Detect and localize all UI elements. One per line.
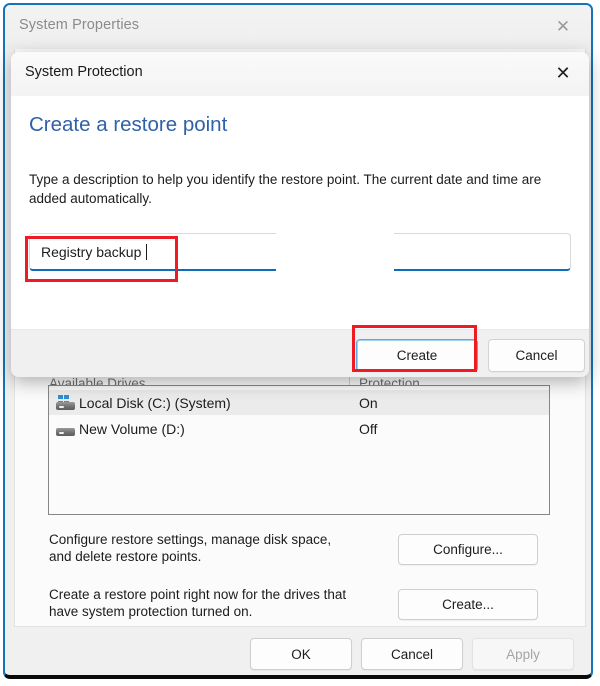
configure-description: Configure restore settings, manage disk … xyxy=(49,532,332,564)
drive-icon xyxy=(56,421,75,436)
cancel-button[interactable]: Cancel xyxy=(361,638,463,670)
dialog-body: Create a restore point Type a descriptio… xyxy=(11,96,589,329)
close-icon[interactable]: ✕ xyxy=(543,58,583,88)
dialog-title: System Protection xyxy=(25,64,143,80)
drive-protection-status: Off xyxy=(359,420,378,437)
dialog-titlebar: System Protection ✕ xyxy=(11,52,589,96)
cancel-dialog-button[interactable]: Cancel xyxy=(488,339,585,372)
available-drives-list[interactable]: Local Disk (C:) (System) On New Volume (… xyxy=(48,385,550,515)
apply-button: Apply xyxy=(472,638,574,670)
table-row[interactable]: New Volume (D:) Off xyxy=(49,416,549,441)
table-row[interactable]: Local Disk (C:) (System) On xyxy=(49,390,549,415)
drive-name: Local Disk (C:) (System) xyxy=(79,394,231,411)
drive-name: New Volume (D:) xyxy=(79,420,185,437)
create-description: Create a restore point right now for the… xyxy=(49,587,347,619)
system-properties-title: System Properties xyxy=(19,17,140,33)
overlay-patch xyxy=(316,272,396,312)
restore-point-description-value: Registry backup xyxy=(41,243,146,260)
close-icon[interactable]: ✕ xyxy=(543,11,583,41)
configure-button[interactable]: Configure... xyxy=(398,534,538,565)
ok-button[interactable]: OK xyxy=(250,638,352,670)
text-caret xyxy=(146,243,148,260)
dialog-footer: OK Cancel Apply xyxy=(14,627,586,675)
dialog-button-bar: Create Cancel xyxy=(11,329,589,377)
system-drive-icon xyxy=(56,395,75,410)
create-restore-point-dialog: System Protection ✕ Create a restore poi… xyxy=(11,52,589,377)
system-properties-titlebar: System Properties ✕ xyxy=(5,5,591,49)
dialog-description: Type a description to help you identify … xyxy=(29,172,542,206)
system-properties-app: System Properties ✕ Available Drives Pro… xyxy=(0,0,600,686)
create-confirm-button[interactable]: Create xyxy=(356,339,478,372)
page-title: Create a restore point xyxy=(29,113,228,136)
overlay-patch xyxy=(276,224,394,272)
create-button[interactable]: Create... xyxy=(398,589,538,620)
drive-protection-status: On xyxy=(359,394,378,411)
